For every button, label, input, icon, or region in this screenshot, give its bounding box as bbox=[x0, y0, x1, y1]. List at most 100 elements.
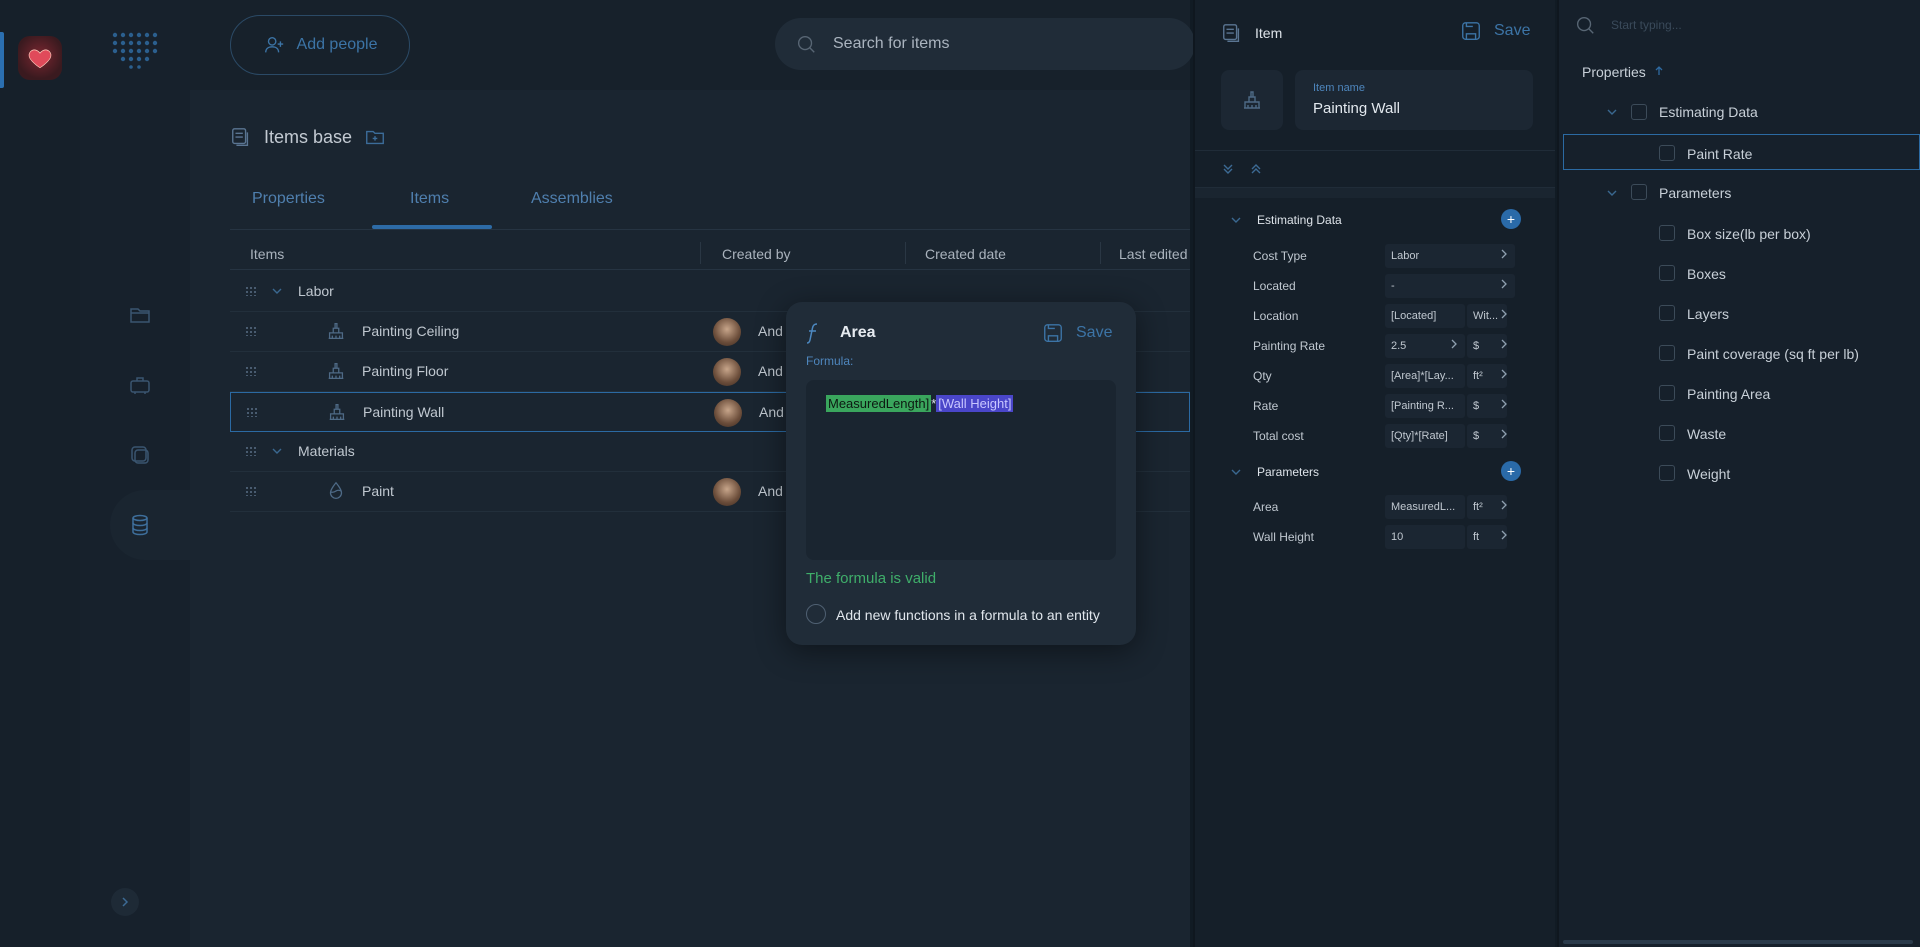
chevron-right-icon[interactable] bbox=[1497, 528, 1511, 542]
property-row-area[interactable]: Area MeasuredL... ft² bbox=[1195, 493, 1555, 521]
property-row-wall-height[interactable]: Wall Height 10 ft bbox=[1195, 523, 1555, 551]
formula-editor[interactable]: MeasuredLength] * [Wall Height] bbox=[806, 380, 1116, 560]
chevron-right-icon[interactable] bbox=[1447, 337, 1461, 351]
property-value[interactable]: [Qty]*[Rate] bbox=[1385, 424, 1465, 448]
checkbox[interactable] bbox=[1659, 265, 1675, 281]
prop-group-estimating[interactable]: Estimating Data bbox=[1659, 104, 1758, 120]
database-icon[interactable] bbox=[128, 513, 152, 537]
col-created-by[interactable]: Created by bbox=[722, 246, 790, 262]
property-value[interactable]: 10 bbox=[1385, 525, 1465, 549]
prop-group-parameters[interactable]: Parameters bbox=[1659, 185, 1731, 201]
chevron-down-icon[interactable] bbox=[1229, 465, 1243, 479]
chevron-right-icon[interactable] bbox=[1497, 427, 1511, 441]
chevron-right-icon[interactable] bbox=[1497, 498, 1511, 512]
add-property-button[interactable]: + bbox=[1501, 209, 1521, 229]
sort-up-icon[interactable] bbox=[1653, 65, 1665, 77]
prop-item[interactable]: Painting Area bbox=[1687, 386, 1770, 402]
property-value[interactable]: [Area]*[Lay... bbox=[1385, 364, 1465, 388]
drag-handle-icon[interactable] bbox=[246, 407, 258, 417]
props-search-input[interactable]: Start typing... bbox=[1611, 18, 1682, 32]
add-functions-radio[interactable] bbox=[806, 604, 826, 624]
drag-handle-icon[interactable] bbox=[245, 286, 257, 296]
prop-item[interactable]: Box size(lb per box) bbox=[1687, 226, 1811, 242]
property-value[interactable]: [Painting R... bbox=[1385, 394, 1465, 418]
folder-icon[interactable] bbox=[128, 303, 152, 327]
checkbox[interactable] bbox=[1659, 305, 1675, 321]
drag-handle-icon[interactable] bbox=[245, 326, 257, 336]
item-save-button[interactable]: Save bbox=[1460, 20, 1530, 42]
add-parameter-button[interactable]: + bbox=[1501, 461, 1521, 481]
prop-item[interactable]: Waste bbox=[1687, 426, 1726, 442]
col-divider[interactable] bbox=[905, 242, 906, 264]
chevron-down-icon[interactable] bbox=[1605, 186, 1619, 200]
checkbox[interactable] bbox=[1659, 465, 1675, 481]
prop-item[interactable]: Weight bbox=[1687, 466, 1730, 482]
chevron-right-icon[interactable] bbox=[1497, 247, 1511, 261]
prop-item[interactable]: Paint coverage (sq ft per lb) bbox=[1687, 346, 1859, 362]
search-input[interactable]: Search for items bbox=[775, 18, 1195, 70]
chevron-down-icon[interactable] bbox=[270, 444, 284, 458]
prop-item[interactable]: Boxes bbox=[1687, 266, 1726, 282]
chevron-down-icon[interactable] bbox=[1605, 105, 1619, 119]
chevron-right-icon[interactable] bbox=[1497, 397, 1511, 411]
drag-handle-icon[interactable] bbox=[245, 446, 257, 456]
chevron-down-icon[interactable] bbox=[1229, 213, 1243, 227]
expand-nav-button[interactable] bbox=[111, 888, 139, 916]
property-row-total-cost[interactable]: Total cost [Qty]*[Rate] $ bbox=[1195, 422, 1555, 450]
prop-item[interactable]: Layers bbox=[1687, 306, 1729, 322]
popup-save-button[interactable]: Save bbox=[1042, 322, 1112, 344]
item-panel: Item Save Item name Painting Wall Estima… bbox=[1193, 0, 1555, 947]
property-row-qty[interactable]: Qty [Area]*[Lay... ft² bbox=[1195, 362, 1555, 390]
tab-assemblies[interactable]: Assemblies bbox=[531, 190, 613, 208]
collapse-all-icon[interactable] bbox=[1249, 162, 1263, 176]
briefcase-icon[interactable] bbox=[128, 373, 152, 397]
formula-status: The formula is valid bbox=[806, 570, 937, 587]
expand-all-icon[interactable] bbox=[1221, 162, 1235, 176]
formula-token-measured-length[interactable]: MeasuredLength] bbox=[826, 395, 932, 412]
property-row-painting-rate[interactable]: Painting Rate 2.5 $ bbox=[1195, 332, 1555, 360]
item-name: Paint bbox=[362, 483, 394, 499]
grid-menu-icon[interactable] bbox=[110, 30, 160, 80]
chevron-right-icon[interactable] bbox=[1497, 277, 1511, 291]
props-heading[interactable]: Properties bbox=[1582, 64, 1646, 80]
checkbox[interactable] bbox=[1659, 425, 1675, 441]
layers-icon[interactable] bbox=[128, 443, 152, 467]
drag-handle-icon[interactable] bbox=[245, 366, 257, 376]
property-value[interactable]: - bbox=[1385, 274, 1515, 298]
checkbox[interactable] bbox=[1659, 225, 1675, 241]
tab-properties[interactable]: Properties bbox=[252, 190, 325, 208]
property-row-located[interactable]: Located - bbox=[1195, 272, 1555, 300]
property-row-rate[interactable]: Rate [Painting R... $ bbox=[1195, 392, 1555, 420]
checkbox[interactable] bbox=[1631, 184, 1647, 200]
property-row-cost-type[interactable]: Cost Type Labor bbox=[1195, 242, 1555, 270]
property-value[interactable]: [Located] bbox=[1385, 304, 1465, 328]
checkbox[interactable] bbox=[1659, 345, 1675, 361]
add-people-label: Add people bbox=[296, 36, 378, 53]
col-last-edited[interactable]: Last edited bbox=[1119, 246, 1188, 262]
app-logo[interactable] bbox=[18, 36, 62, 80]
item-image[interactable] bbox=[1221, 70, 1283, 130]
item-name-field[interactable]: Item name Painting Wall bbox=[1295, 70, 1533, 130]
prop-item[interactable]: Paint Rate bbox=[1687, 146, 1752, 162]
group-label: Labor bbox=[298, 283, 334, 299]
col-items[interactable]: Items bbox=[250, 246, 284, 262]
col-divider[interactable] bbox=[1100, 242, 1101, 264]
add-folder-icon[interactable] bbox=[364, 126, 386, 148]
horizontal-scrollbar[interactable] bbox=[1563, 940, 1913, 944]
property-row-location[interactable]: Location [Located] Wit... bbox=[1195, 302, 1555, 330]
col-divider[interactable] bbox=[700, 242, 701, 264]
property-value[interactable]: Labor bbox=[1385, 244, 1515, 268]
checkbox[interactable] bbox=[1659, 385, 1675, 401]
chevron-down-icon[interactable] bbox=[270, 284, 284, 298]
drag-handle-icon[interactable] bbox=[245, 486, 257, 496]
col-created-date[interactable]: Created date bbox=[925, 246, 1006, 262]
formula-token-wall-height[interactable]: [Wall Height] bbox=[936, 395, 1014, 412]
tab-items[interactable]: Items bbox=[410, 190, 449, 208]
chevron-right-icon[interactable] bbox=[1497, 367, 1511, 381]
chevron-right-icon[interactable] bbox=[1497, 337, 1511, 351]
property-value[interactable]: MeasuredL... bbox=[1385, 495, 1465, 519]
add-people-button[interactable]: Add people bbox=[230, 15, 410, 75]
checkbox[interactable] bbox=[1659, 145, 1675, 161]
checkbox[interactable] bbox=[1631, 104, 1647, 120]
chevron-right-icon[interactable] bbox=[1497, 307, 1511, 321]
